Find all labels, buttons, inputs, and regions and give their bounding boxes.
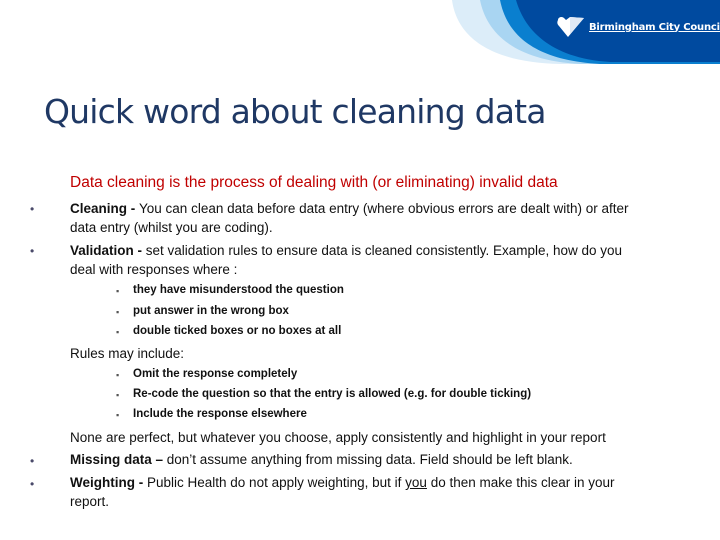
- header-banner: Birmingham City Council: [0, 0, 720, 70]
- rule-item: Include the response elsewhere: [133, 408, 307, 420]
- square-bullet-icon: ▪: [116, 327, 120, 337]
- weighting-text-before: Public Health do not apply weighting, bu…: [147, 475, 406, 490]
- bullet-icon: •: [30, 244, 35, 258]
- validation-line-1: Validation - set validation rules to ens…: [70, 243, 622, 258]
- council-logo: Birmingham City Council: [556, 16, 720, 38]
- validation-case-item: they have misunderstood the question: [133, 284, 344, 296]
- heart-logo-icon: [557, 16, 584, 37]
- weighting-text-after: do then make this clear in your: [426, 475, 615, 490]
- validation-line-2: deal with responses where :: [70, 262, 238, 277]
- none-perfect-text: None are perfect, but whatever you choos…: [70, 430, 606, 445]
- bullet-icon: •: [30, 477, 35, 491]
- missing-data-text: don’t assume anything from missing data.…: [166, 452, 573, 467]
- slide-title: Quick word about cleaning data: [44, 92, 547, 131]
- square-bullet-icon: ▪: [116, 370, 120, 380]
- validation-label: Validation -: [70, 243, 146, 258]
- cleaning-label: Cleaning -: [70, 201, 140, 216]
- cleaning-text: You can clean data before data entry (wh…: [139, 201, 629, 216]
- weighting-line-2: report.: [70, 494, 110, 509]
- bullet-icon: •: [30, 202, 35, 216]
- square-bullet-icon: ▪: [116, 390, 120, 400]
- validation-text: set validation rules to ensure data is c…: [145, 243, 623, 258]
- missing-data-line: Missing data – don’t assume anything fro…: [70, 452, 573, 467]
- cleaning-line-1: Cleaning - You can clean data before dat…: [70, 201, 629, 216]
- intro-text: Data cleaning is the process of dealing …: [70, 174, 558, 191]
- bullet-icon: •: [30, 454, 35, 468]
- square-bullet-icon: ▪: [116, 286, 120, 296]
- weighting-emphasis: you: [405, 475, 427, 490]
- weighting-label: Weighting -: [70, 475, 147, 490]
- rule-item: Re-code the question so that the entry i…: [133, 388, 532, 400]
- rule-item: Omit the response completely: [133, 368, 298, 380]
- square-bullet-icon: ▪: [116, 307, 120, 317]
- square-bullet-icon: ▪: [116, 410, 120, 420]
- validation-case-item: double ticked boxes or no boxes at all: [133, 325, 342, 337]
- rules-heading: Rules may include:: [70, 346, 185, 361]
- weighting-line-1: Weighting - Public Health do not apply w…: [70, 475, 615, 490]
- cleaning-line-2: data entry (whilst you are coding).: [70, 220, 273, 235]
- organization-name: Birmingham City Council: [589, 21, 720, 33]
- validation-case-item: put answer in the wrong box: [133, 305, 289, 317]
- missing-data-label: Missing data –: [70, 452, 167, 467]
